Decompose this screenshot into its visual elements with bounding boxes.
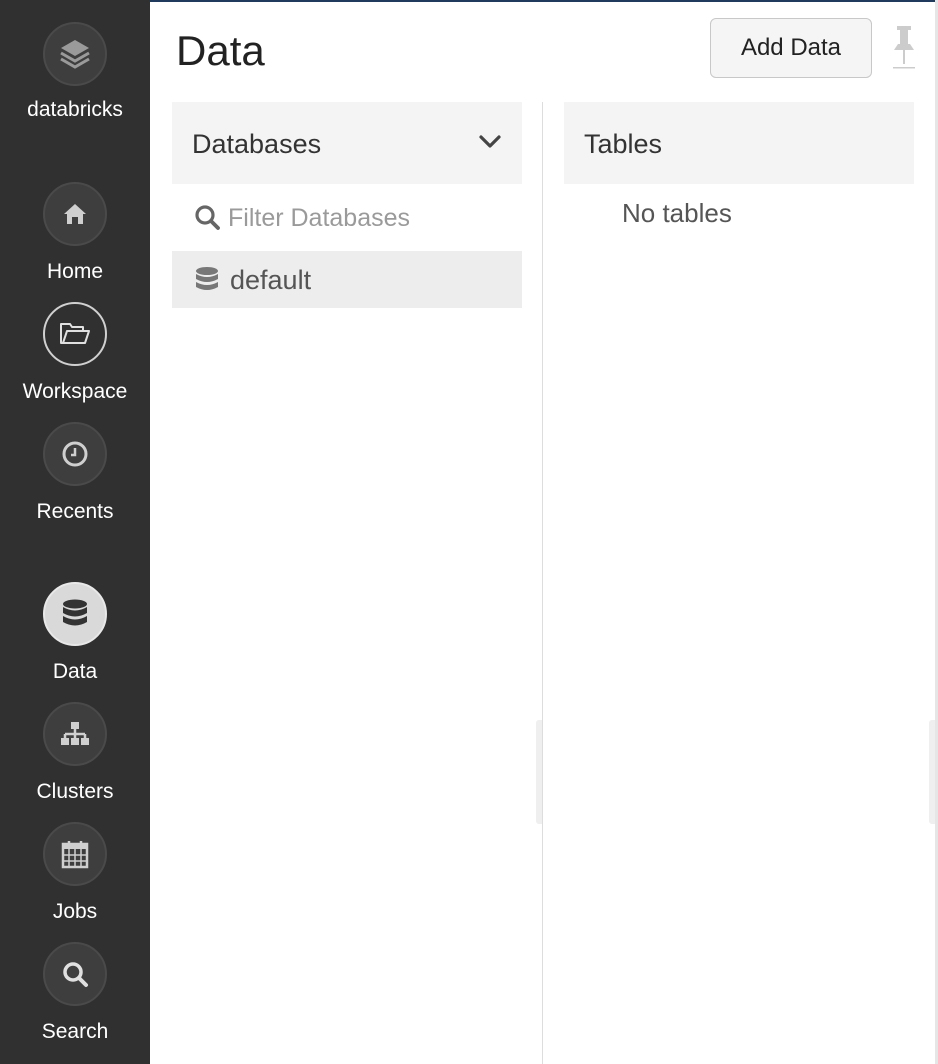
page-title: Data [176,27,265,74]
sidebar: databricks Home Workspace Recents Data C… [0,0,150,1064]
pin-icon[interactable] [890,24,918,72]
sidebar-item-label: Clusters [36,780,114,803]
database-icon [43,582,107,646]
search-icon [43,942,107,1006]
column-divider [542,102,543,1064]
sidebar-item-search[interactable]: Search [0,942,150,1044]
sidebar-item-home[interactable]: Home [0,182,150,284]
databases-title: Databases [192,129,322,159]
app-window: databricks Home Workspace Recents Data C… [0,0,938,1064]
sidebar-item-label: Home [46,260,104,283]
sidebar-item-recents[interactable]: Recents [0,422,150,524]
sidebar-item-workspace[interactable]: Workspace [0,302,150,404]
filter-databases-input[interactable] [228,198,508,238]
sidebar-item-clusters[interactable]: Clusters [0,702,150,804]
chevron-down-icon[interactable] [478,132,502,152]
tables-empty-state: No tables [622,198,732,228]
sidebar-item-jobs[interactable]: Jobs [0,822,150,924]
sidebar-item-label: Recents [36,500,114,523]
clock-icon [43,422,107,486]
logo-label: databricks [27,98,123,121]
add-data-button[interactable]: Add Data [710,18,872,78]
database-icon [194,266,220,301]
top-border [150,0,938,2]
tables-title: Tables [584,129,663,159]
cluster-icon [43,702,107,766]
calendar-icon [43,822,107,886]
folder-open-icon [43,302,107,366]
databases-header: Databases [172,102,522,184]
database-name: default [230,265,312,295]
sidebar-item-label: Data [52,660,98,683]
sidebar-item-label: Workspace [22,380,128,403]
sidebar-item-label: Search [41,1020,109,1043]
sidebar-item-data[interactable]: Data [0,582,150,684]
sidebar-item-label: Jobs [52,900,98,923]
database-item-default[interactable]: default [172,251,522,308]
sidebar-logo[interactable]: databricks [0,22,150,122]
layers-icon [43,22,107,86]
search-icon [194,204,222,237]
tables-header: Tables [564,102,914,184]
home-icon [43,182,107,246]
resize-handle[interactable] [536,720,542,824]
database-filter [172,190,522,244]
